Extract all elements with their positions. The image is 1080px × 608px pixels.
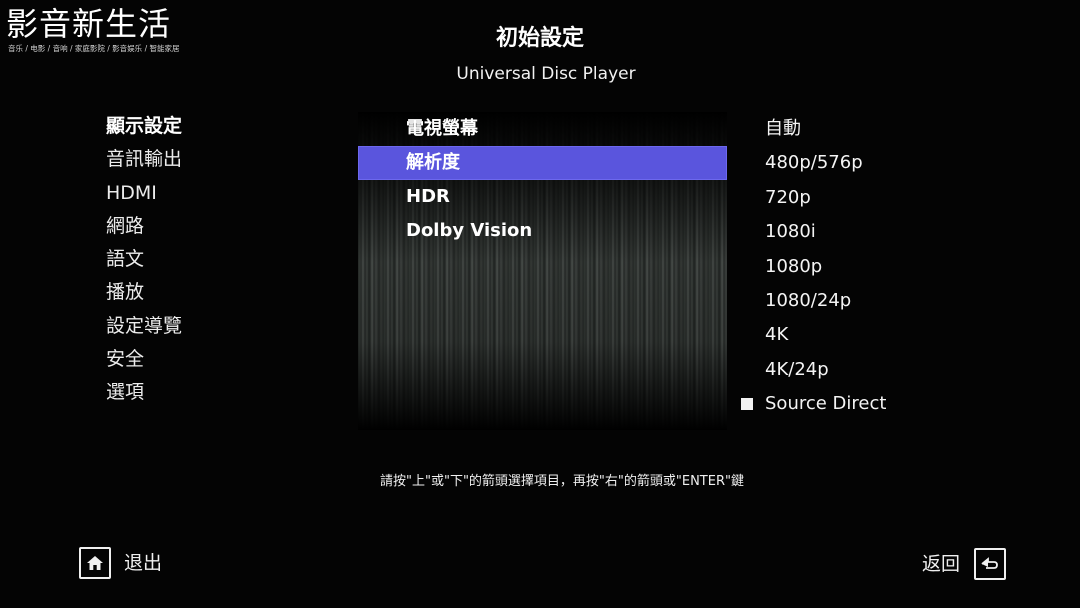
category-item-options[interactable]: 選項	[106, 376, 182, 409]
page-title: 初始設定	[495, 26, 584, 51]
home-icon	[79, 547, 111, 579]
setting-item-dolby-vision[interactable]: Dolby Vision	[358, 214, 727, 248]
option-label: 1080/24p	[765, 289, 852, 311]
return-icon	[974, 548, 1007, 580]
option-1080-24p[interactable]: 1080/24p	[740, 284, 886, 318]
category-item-playback[interactable]: 播放	[106, 276, 182, 309]
category-item-setup-wizard[interactable]: 設定導覽	[106, 310, 182, 343]
settings-list: 電視螢幕 解析度 HDR Dolby Vision	[358, 112, 727, 248]
option-source-direct[interactable]: Source Direct	[740, 387, 886, 421]
source-direct-checkbox[interactable]	[741, 398, 753, 411]
option-4k[interactable]: 4K	[740, 318, 886, 352]
option-label: 1080p	[765, 255, 823, 277]
category-item-hdmi[interactable]: HDMI	[106, 177, 182, 210]
option-label: 4K/24p	[765, 358, 829, 380]
back-label: 返回	[922, 553, 961, 575]
resolution-options: 自動 480p/576p 720p 1080i 1080p 1080/24p 4…	[740, 112, 886, 422]
option-1080p[interactable]: 1080p	[740, 250, 886, 284]
category-menu: 顯示設定 音訊輸出 HDMI 網路 語文 播放 設定導覽 安全 選項	[106, 110, 182, 410]
instruction-text: 請按"上"或"下"的箭頭選擇項目，再按"右"的箭頭或"ENTER"鍵	[380, 474, 744, 489]
option-auto[interactable]: 自動	[740, 112, 886, 146]
option-720p[interactable]: 720p	[740, 181, 886, 215]
category-item-display[interactable]: 顯示設定	[106, 110, 182, 143]
setting-item-hdr[interactable]: HDR	[358, 180, 727, 214]
exit-button[interactable]: 退出	[79, 547, 162, 579]
option-label: 720p	[765, 186, 811, 208]
exit-label: 退出	[124, 552, 163, 574]
category-item-network[interactable]: 網路	[106, 210, 182, 243]
option-1080i[interactable]: 1080i	[740, 215, 886, 249]
category-item-audio-output[interactable]: 音訊輸出	[106, 143, 182, 176]
option-label: Source Direct	[765, 393, 887, 415]
category-item-language[interactable]: 語文	[106, 243, 182, 276]
back-button[interactable]: 返回	[922, 548, 1007, 580]
option-label: 1080i	[765, 221, 816, 243]
option-4k-24p[interactable]: 4K/24p	[740, 353, 886, 387]
settings-panel: 電視螢幕 解析度 HDR Dolby Vision	[358, 112, 727, 430]
option-label: 4K	[765, 324, 789, 346]
device-name: Universal Disc Player	[456, 64, 636, 84]
option-label: 480p/576p	[765, 152, 863, 174]
setting-item-tv-screen[interactable]: 電視螢幕	[358, 112, 727, 146]
category-item-security[interactable]: 安全	[106, 343, 182, 376]
option-label: 自動	[765, 118, 801, 139]
option-480p-576p[interactable]: 480p/576p	[740, 146, 886, 180]
setting-item-resolution[interactable]: 解析度	[358, 146, 727, 180]
